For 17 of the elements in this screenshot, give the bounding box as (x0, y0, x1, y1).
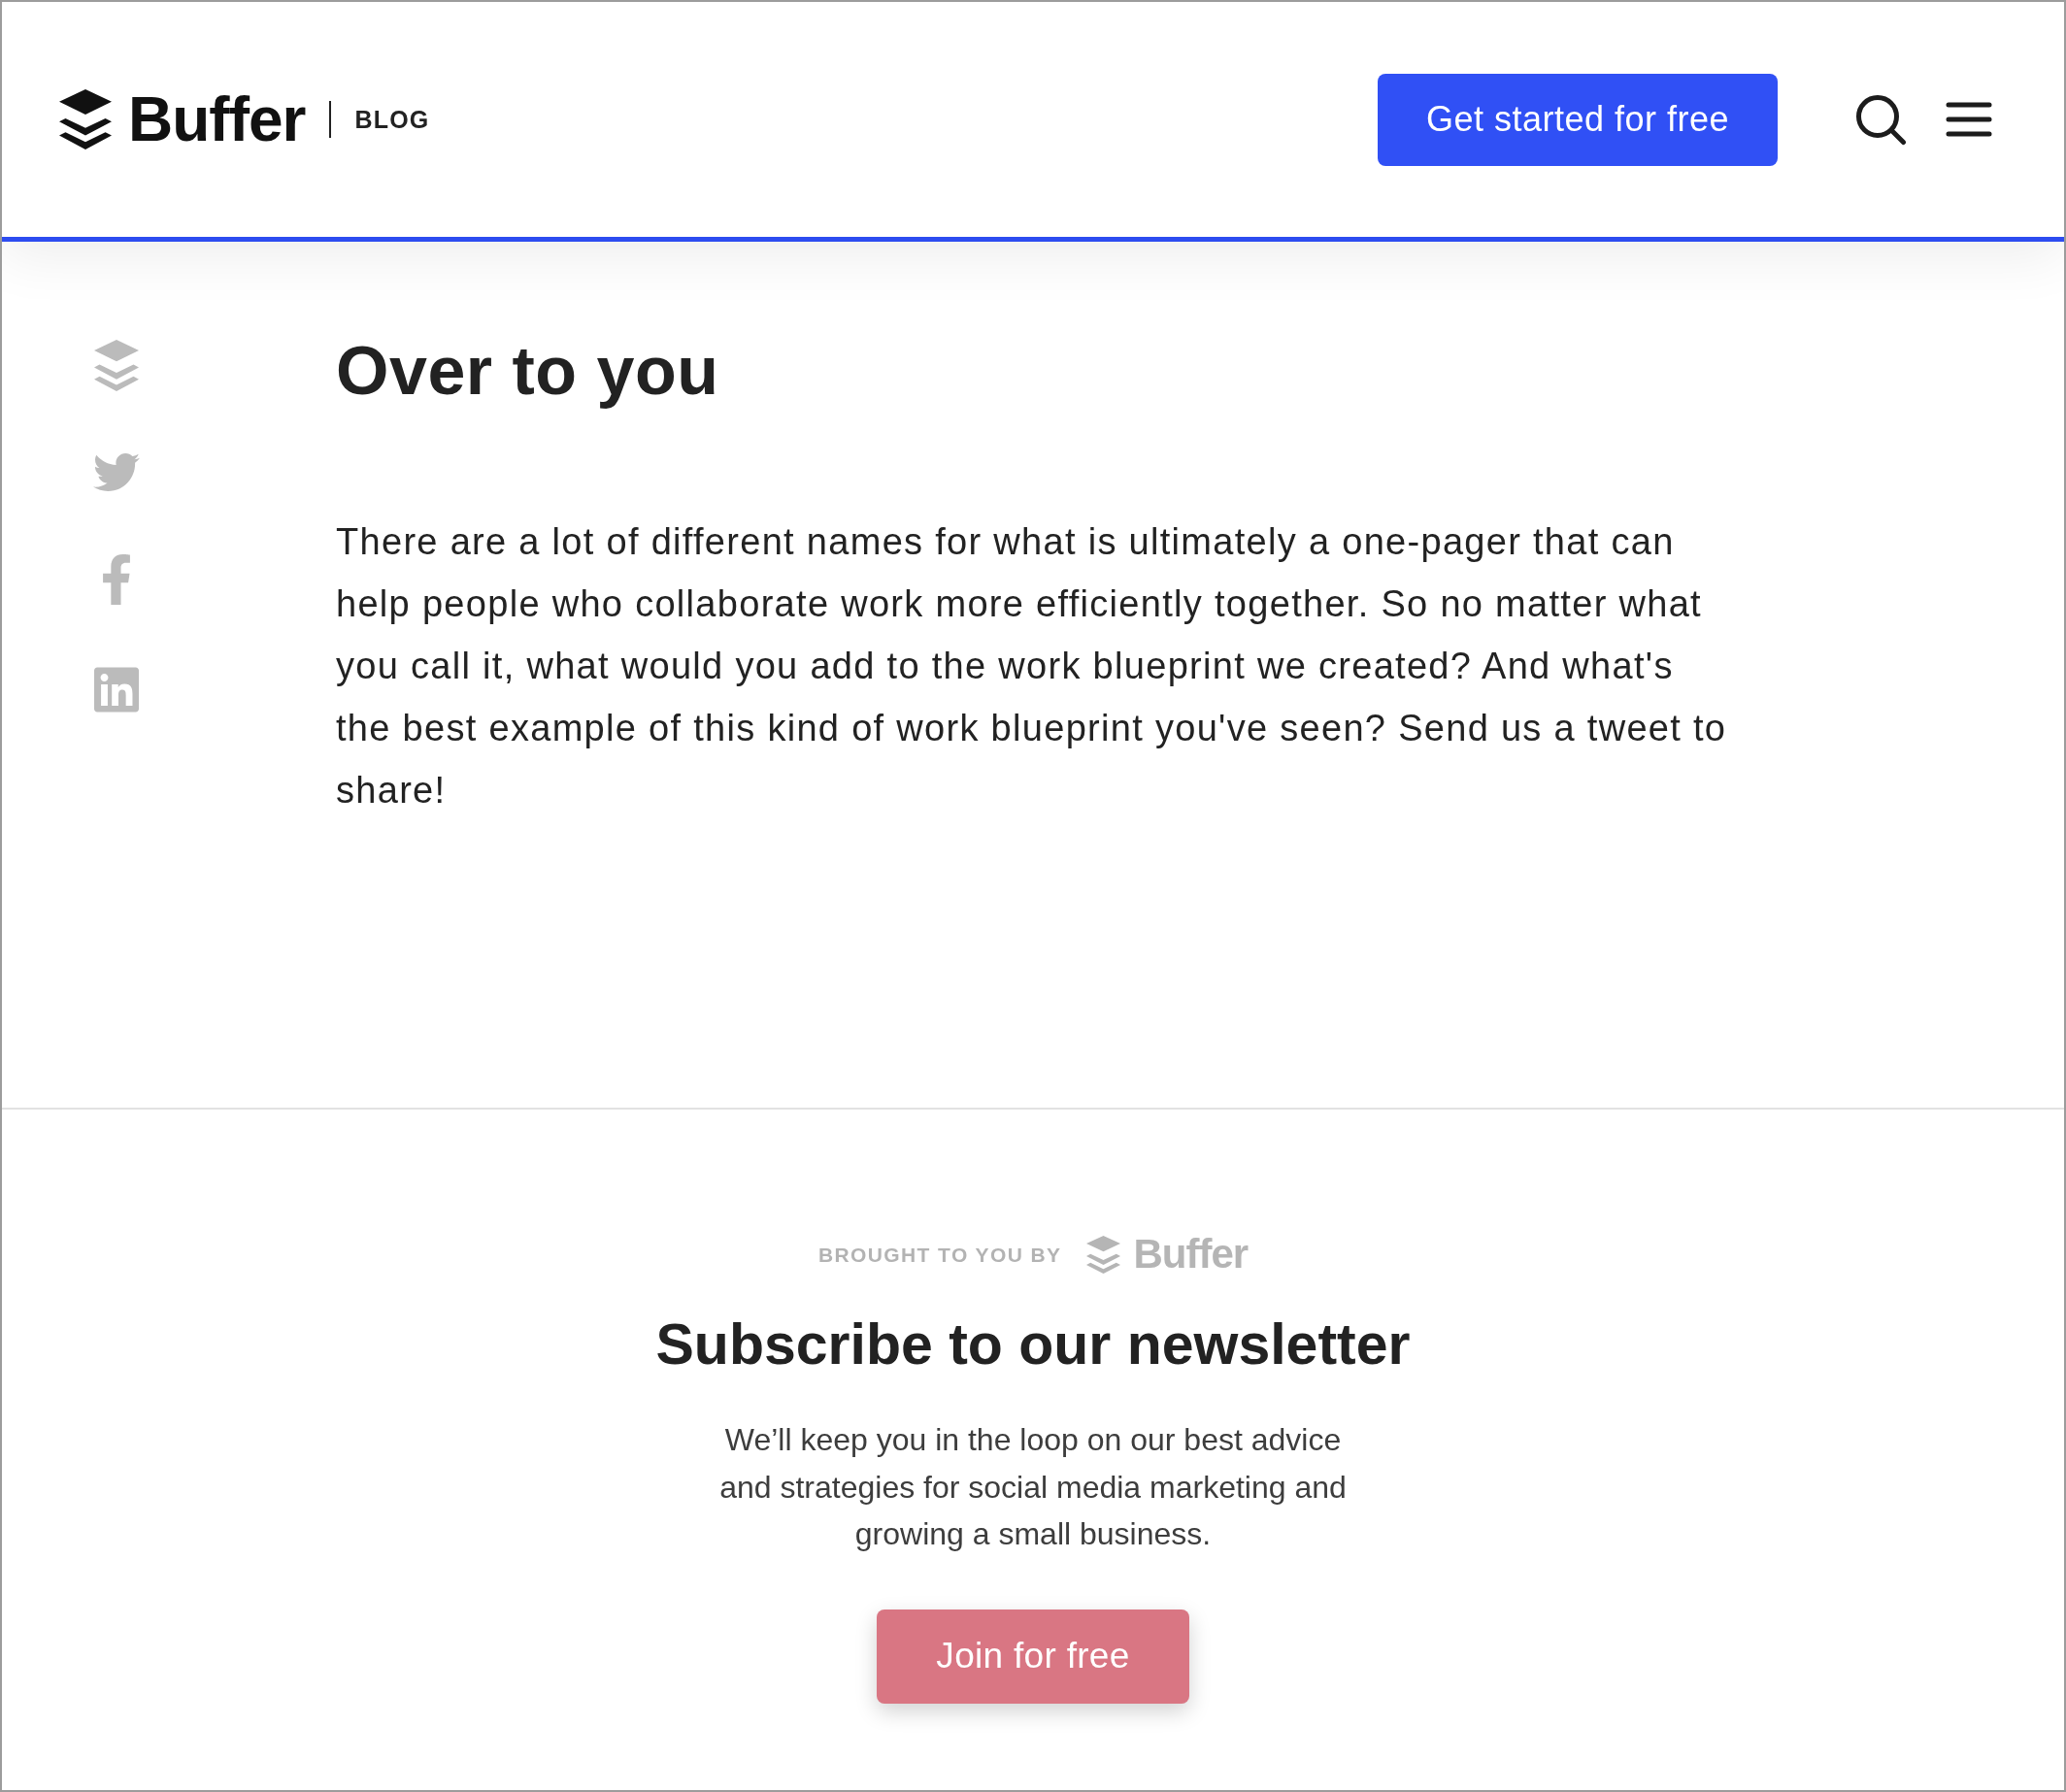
twitter-icon[interactable] (93, 452, 140, 492)
menu-icon[interactable] (1946, 102, 1992, 137)
newsletter-heading: Subscribe to our newsletter (655, 1311, 1411, 1378)
get-started-button[interactable]: Get started for free (1378, 73, 1778, 166)
blog-link[interactable]: BLOG (354, 107, 430, 132)
sponsor-wordmark: Buffer (1133, 1234, 1249, 1275)
layers-share-icon[interactable] (94, 340, 139, 391)
layers-logo-icon[interactable] (59, 89, 112, 149)
newsletter-description: We’ll keep you in the loop on our best advice and strategies for social media marketing and growing a small business. (718, 1421, 1348, 1553)
layers-logo-icon (1086, 1235, 1121, 1274)
search-icon[interactable] (1855, 93, 1907, 146)
facebook-icon[interactable] (103, 553, 130, 606)
linkedin-icon[interactable] (94, 667, 139, 713)
logo-wordmark[interactable]: Buffer (128, 88, 306, 150)
article-paragraph: There are a lot of different names for what is ultimately a one-pager that can help people who collaborate work more efficiently together. So no matter what you call it, what would you add to the work blueprint we created? And what's the best example of this kind of work blueprint you've seen? Send us a tweet to share! (336, 520, 1728, 813)
sponsor-label: BROUGHT TO YOU BY (817, 1244, 1062, 1265)
section-heading: Over to you (336, 332, 720, 410)
